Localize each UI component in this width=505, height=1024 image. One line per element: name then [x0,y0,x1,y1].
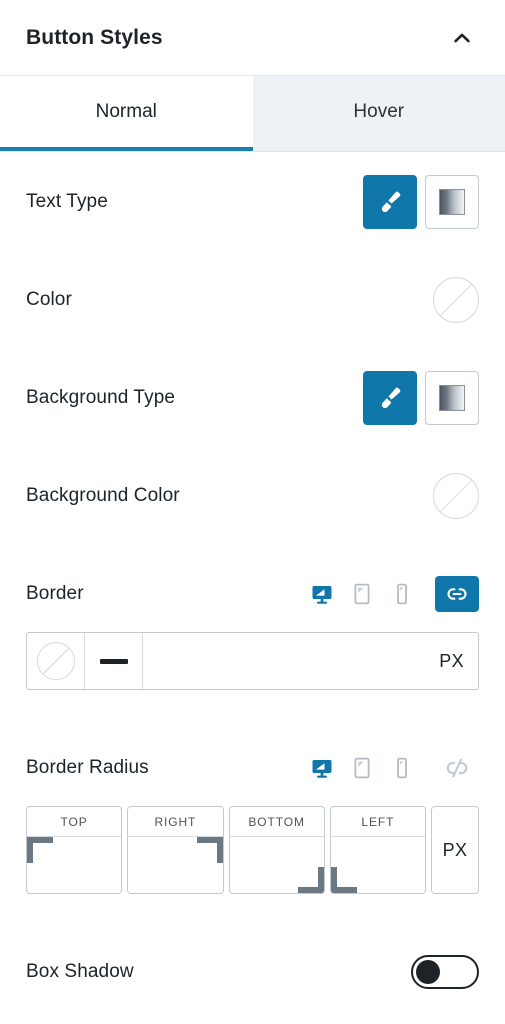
border-radius-inputs: TOP RIGHT BOTTOM LEFT PX [26,806,479,894]
page-title: Button Styles [26,25,163,49]
solid-line-icon [99,658,128,664]
radius-cell-left: LEFT [329,806,426,894]
row-box-shadow: Box Shadow [26,940,479,1004]
border-link-sides-button[interactable] [435,576,479,612]
color-swatch[interactable] [433,277,479,323]
border-device-switcher [309,576,479,612]
radius-top-caption: TOP [27,807,122,837]
radius-right-caption: RIGHT [128,807,223,837]
tab-normal[interactable]: Normal [0,76,253,151]
settings-list: Text Type Color Background Type Backgrou… [0,152,505,1004]
mobile-icon[interactable] [389,755,415,781]
toggle-knob [416,960,440,984]
row-border-radius: Border Radius [26,736,479,800]
radius-cell-bottom: BOTTOM [228,806,325,894]
border-width-field-wrap: PX [143,633,478,689]
radius-left-caption: LEFT [330,807,425,837]
color-control [433,277,479,323]
box-shadow-control [411,955,479,989]
border-radius-label: Border Radius [26,757,149,778]
radius-bottom-caption: BOTTOM [229,807,324,837]
background-type-gradient-button[interactable] [425,371,479,425]
panel-header: Button Styles [0,0,505,76]
border-width-input[interactable] [143,633,440,689]
text-type-gradient-button[interactable] [425,175,479,229]
border-style-selector[interactable] [85,633,143,689]
border-label: Border [26,583,84,604]
text-type-label: Text Type [26,191,108,212]
background-type-options [363,371,479,425]
radius-bottom-body [229,837,324,893]
row-border: Border [26,562,479,626]
mobile-icon[interactable] [389,581,415,607]
background-color-label: Background Color [26,485,180,506]
tab-normal-label: Normal [95,100,157,122]
radius-bottom-input[interactable] [229,837,324,893]
desktop-icon[interactable] [309,755,335,781]
background-color-swatch[interactable] [433,473,479,519]
button-styles-panel: Button Styles Normal Hover Text Type Col… [0,0,505,1024]
chevron-up-icon[interactable] [445,21,479,55]
box-shadow-toggle[interactable] [411,955,479,989]
radius-right-body [128,837,223,893]
gradient-icon [439,189,465,215]
text-type-classic-button[interactable] [363,175,417,229]
tab-hover-label: Hover [353,100,405,122]
box-shadow-label: Box Shadow [26,961,134,982]
row-color: Color [26,268,479,332]
tab-hover[interactable]: Hover [252,76,505,151]
tablet-icon[interactable] [349,581,375,607]
border-color-swatch-circle [36,642,75,680]
border-unit-label: PX [439,650,464,671]
border-color-swatch[interactable] [27,633,85,689]
row-background-type: Background Type [26,366,479,430]
radius-cell-right: RIGHT [127,806,224,894]
border-radius-unlink-button[interactable] [435,750,479,786]
desktop-icon[interactable] [309,581,335,607]
border-width-control: PX [26,632,479,690]
background-color-control [433,473,479,519]
color-label: Color [26,289,72,310]
tablet-icon[interactable] [349,755,375,781]
style-state-tabs: Normal Hover [0,76,505,152]
row-background-color: Background Color [26,464,479,528]
gradient-icon [439,385,465,411]
radius-left-input[interactable] [330,837,425,893]
radius-unit-label[interactable]: PX [431,806,479,894]
radius-right-input[interactable] [128,837,223,893]
radius-top-input[interactable] [27,837,122,893]
radius-cell-top: TOP [26,806,123,894]
border-radius-device-switcher [309,750,479,786]
background-type-label: Background Type [26,387,176,408]
background-type-classic-button[interactable] [363,371,417,425]
text-type-options [363,175,479,229]
radius-left-body [330,837,425,893]
row-text-type: Text Type [26,170,479,234]
radius-top-body [27,837,122,893]
